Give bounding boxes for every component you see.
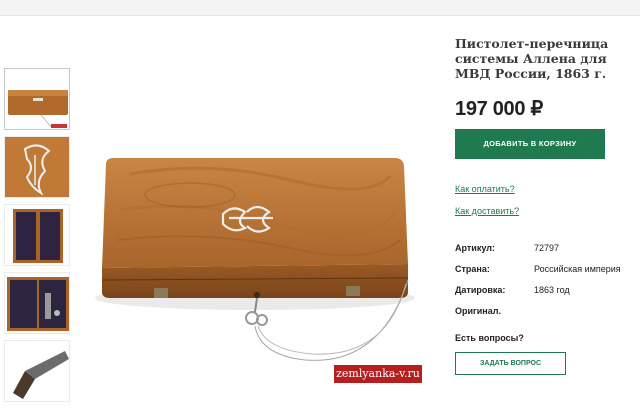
spec-value: Российская империя	[534, 263, 621, 274]
product-specs: Артикул: 72797 Страна: Российская импери…	[455, 237, 637, 321]
how-to-deliver-link[interactable]: Как доставить?	[455, 206, 637, 216]
thumbnail-case-with-pistol[interactable]	[4, 272, 70, 334]
product-info-panel: Пистолет-перечница системы Аллена для МВ…	[455, 36, 637, 375]
spec-row-original: Оригинал.	[455, 300, 637, 321]
thumbnail-pistol[interactable]	[4, 340, 70, 402]
spec-key: Датировка:	[455, 284, 506, 295]
thumbnail-monogram[interactable]	[4, 136, 70, 198]
add-to-cart-button[interactable]: ДОБАВИТЬ В КОРЗИНУ	[455, 129, 605, 159]
spec-key: Оригинал.	[455, 305, 501, 316]
spec-key: Страна:	[455, 263, 490, 274]
ask-question-button[interactable]: ЗАДАТЬ ВОПРОС	[455, 352, 566, 375]
spec-row-dating: Датировка: 1863 год	[455, 279, 637, 300]
spec-row-country: Страна: Российская империя	[455, 258, 637, 279]
product-main-image[interactable]	[90, 140, 425, 388]
thumbnail-case-open[interactable]	[4, 204, 70, 266]
spec-value: 1863 год	[534, 284, 570, 295]
spec-row-article: Артикул: 72797	[455, 237, 637, 258]
thumbnail-list	[4, 68, 72, 408]
spec-value: 72797	[534, 242, 560, 253]
top-bar	[0, 0, 640, 16]
product-price: 197 000 ₽	[455, 98, 543, 120]
thumbnail-case-closed[interactable]	[4, 68, 70, 130]
product-title: Пистолет-перечница системы Аллена для МВ…	[455, 36, 609, 81]
questions-heading: Есть вопросы?	[455, 333, 524, 343]
how-to-pay-link[interactable]: Как оплатить?	[455, 184, 637, 194]
spec-key: Артикул:	[455, 242, 495, 253]
watermark: zemlyanka-v.ru	[334, 365, 422, 383]
